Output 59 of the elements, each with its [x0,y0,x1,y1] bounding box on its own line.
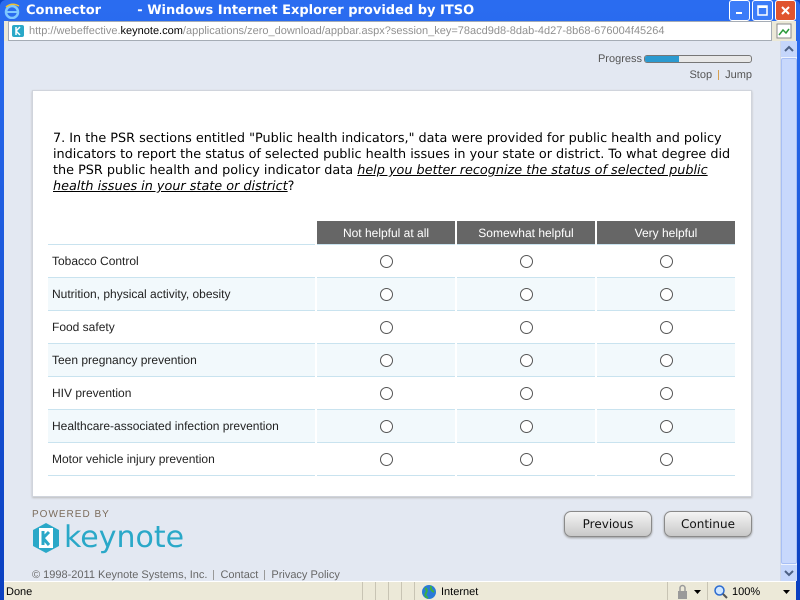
row-label: Teen pregnancy prevention [48,344,316,376]
radio-button[interactable] [660,453,672,466]
zone-text: Internet [441,586,478,598]
radio-button[interactable] [380,387,392,400]
status-text: Done [5,586,34,598]
zoom-icon [714,585,728,599]
radio-button[interactable] [660,288,672,302]
radio-button[interactable] [660,420,672,434]
maximize-button[interactable] [752,0,773,21]
scroll-up-icon [781,41,797,57]
radio-button[interactable] [660,387,672,400]
row-label: Healthcare-associated infection prevention [48,410,316,442]
radio-button[interactable] [520,453,532,466]
column-header: Very helpful [596,221,735,244]
window-title: Connector - Windows Internet Explorer provided by ITSO [26,3,476,18]
close-button[interactable] [775,0,796,21]
radio-button[interactable] [380,321,392,334]
address-field[interactable]: http://webeffective.keynote.com/applications/zero_download/appbar.aspx?session_key=78acd9d8-8dab-4d27-8b68-676004f45264 [8,21,772,41]
radio-button[interactable] [380,354,392,368]
browser-logo-icon [4,2,20,18]
radio-button[interactable] [520,288,532,302]
radio-button[interactable] [520,255,532,268]
globe-icon [421,584,437,600]
copyright-text: © 1998-2011 Keynote Systems, Inc. [32,569,208,581]
radio-button[interactable] [520,420,532,434]
footer-link[interactable]: Contact [220,569,258,581]
scroll-down-icon [781,565,797,581]
logo-icon [32,522,60,554]
close-icon [780,5,791,16]
nav-button[interactable]: Continue [664,511,752,537]
logo-text: keynote [64,520,184,555]
radio-button[interactable] [380,420,392,434]
radio-button[interactable] [380,255,392,268]
maximize-icon [757,5,768,16]
radio-button[interactable] [660,321,672,334]
zoom-text: 100% [732,586,760,598]
radio-button[interactable] [380,453,392,466]
site-icon [11,24,25,38]
nav-button[interactable]: Previous [564,511,652,537]
radio-button[interactable] [660,255,672,268]
nav-link[interactable]: Jump [725,69,752,81]
radio-button[interactable] [520,354,532,368]
caret-icon [783,590,790,594]
question-text: 7. In the PSR sections entitled "Public health indicators," data were provided for public health and policy indicators to report the status of selected public health issues in your state or district. To what degree did the PSR public health and policy indicator data help you better recognize the status of selected public health issues in your state or district? [53,131,732,195]
caret-icon [694,590,701,594]
progress-label: Progress [598,53,642,65]
radio-button[interactable] [380,288,392,302]
radio-button[interactable] [520,321,532,334]
minimize-button[interactable] [729,0,750,21]
radio-button[interactable] [660,354,672,368]
picture-page-icon [776,23,792,39]
row-label: Nutrition, physical activity, obesity [48,278,316,310]
radio-button[interactable] [520,387,532,400]
nav-link[interactable]: Stop [689,69,712,81]
row-label: Motor vehicle injury prevention [48,442,316,476]
powered-by-label: POWERED BY [32,509,111,520]
column-header: Somewhat helpful [456,221,596,244]
column-header: Not helpful at all [316,221,456,244]
footer-link[interactable]: Privacy Policy [271,569,340,581]
